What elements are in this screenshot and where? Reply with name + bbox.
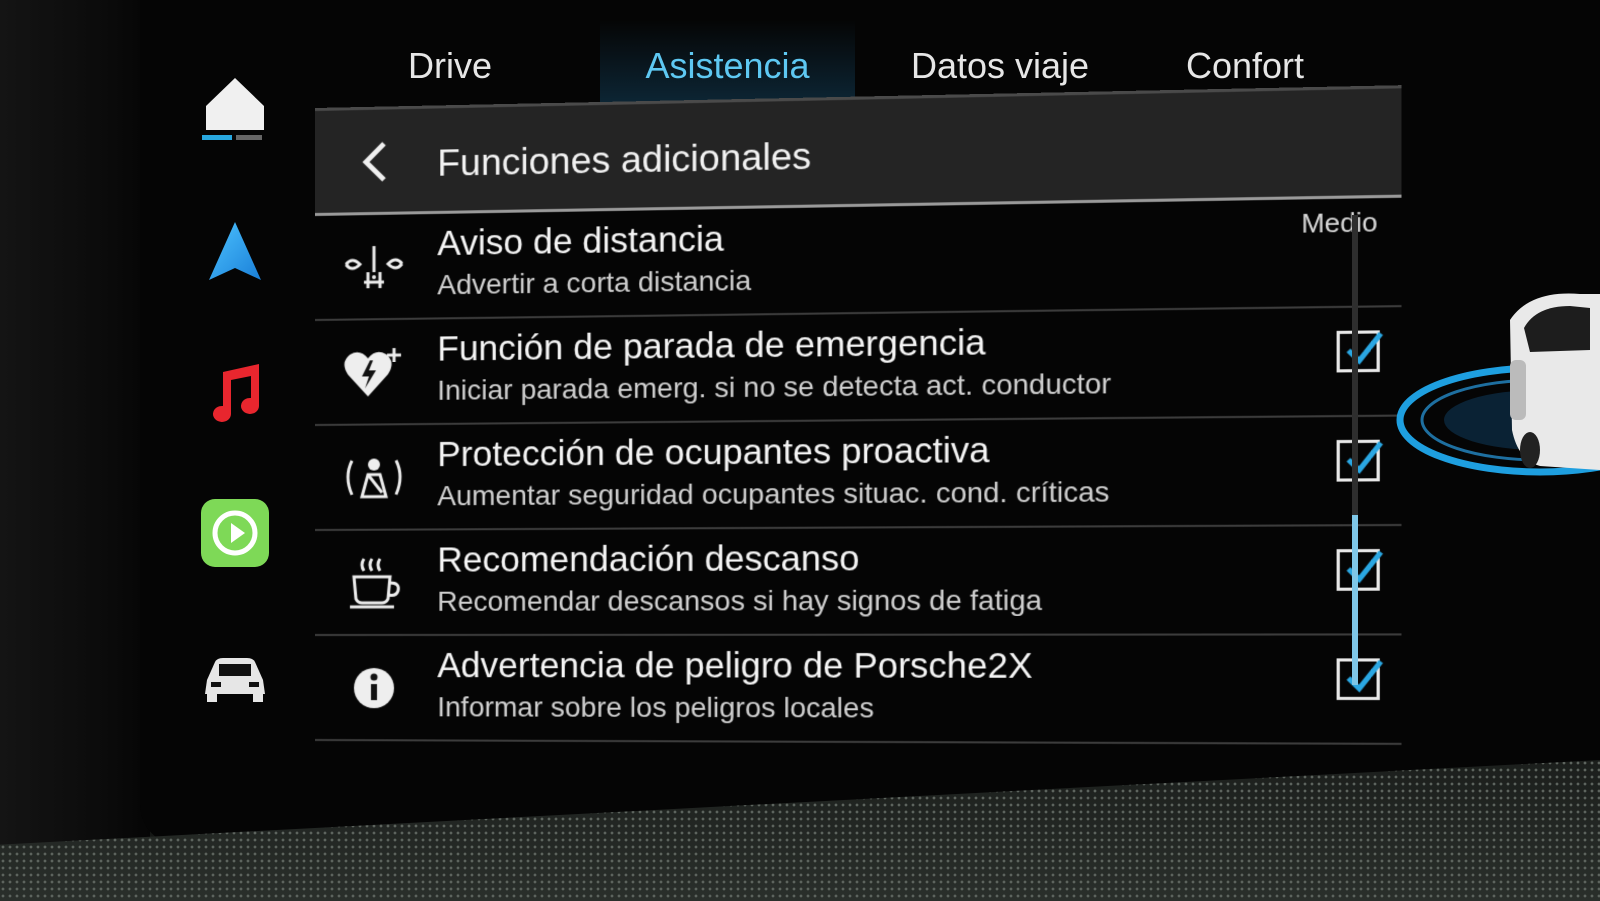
panel-header: Funciones adicionales [315,85,1402,216]
occupant-protection-icon [339,447,409,508]
setting-subtitle: Aumentar seguridad ocupantes situac. con… [437,475,1110,512]
setting-title: Función de parada de emergencia [437,322,986,369]
setting-value: Medio [1301,206,1378,239]
setting-checkbox[interactable] [1336,658,1380,701]
music-icon [203,358,267,433]
sidebar-item-car[interactable] [190,635,280,725]
list-scrollbar[interactable] [1352,215,1358,685]
setting-row-peligro-porsche2x[interactable]: Advertencia de peligro de Porsche2X Info… [315,635,1402,745]
chevron-left-icon [360,139,390,189]
page-title: Funciones adicionales [437,135,812,184]
infotainment-screen: Drive Asistencia Datos viaje Confort Fun… [0,0,1600,901]
sidebar-item-music[interactable] [190,350,280,440]
setting-row-parada-emergencia[interactable]: Función de parada de emergencia Iniciar … [315,307,1402,426]
home-active-indicator [202,135,262,140]
coffee-cup-icon [339,553,409,613]
setting-title: Recomendación descanso [437,538,860,580]
setting-title: Advertencia de peligro de Porsche2X [437,645,1033,687]
setting-title: Protección de ocupantes proactiva [437,430,990,475]
carplay-icon [199,497,271,574]
scrollbar-thumb[interactable] [1352,515,1358,685]
sidebar [190,60,300,740]
emergency-heart-icon [339,342,409,403]
setting-checkbox[interactable] [1336,549,1380,591]
setting-row-recomendacion-descanso[interactable]: Recomendación descanso Recomendar descan… [315,526,1402,636]
setting-subtitle: Advertir a corta distancia [437,264,752,301]
info-icon [339,658,409,718]
sidebar-item-carplay[interactable] [190,490,280,580]
tab-drive[interactable]: Drive [370,20,530,112]
setting-title: Aviso de distancia [437,219,724,264]
home-icon [200,68,270,143]
bezel [0,0,150,901]
settings-list: Aviso de distancia Advertir a corta dist… [315,197,1402,745]
setting-checkbox[interactable] [1336,440,1380,482]
settings-panel: Funciones adicionales Aviso de distancia… [315,85,1402,773]
back-button[interactable] [345,137,405,190]
setting-row-aviso-distancia[interactable]: Aviso de distancia Advertir a corta dist… [315,197,1402,321]
setting-subtitle: Iniciar parada emerg. si no se detecta a… [437,367,1112,406]
vehicle-visualization [1390,280,1600,510]
navigation-icon [205,218,265,293]
distance-warning-icon [339,236,409,297]
setting-subtitle: Informar sobre los peligros locales [437,691,874,724]
car-icon [199,650,271,711]
setting-row-proteccion-ocupantes[interactable]: Protección de ocupantes proactiva Aument… [315,416,1402,531]
sidebar-item-home[interactable] [190,60,280,150]
sidebar-item-navigation[interactable] [190,210,280,300]
setting-subtitle: Recomendar descansos si hay signos de fa… [437,584,1043,617]
setting-checkbox[interactable] [1336,330,1380,373]
